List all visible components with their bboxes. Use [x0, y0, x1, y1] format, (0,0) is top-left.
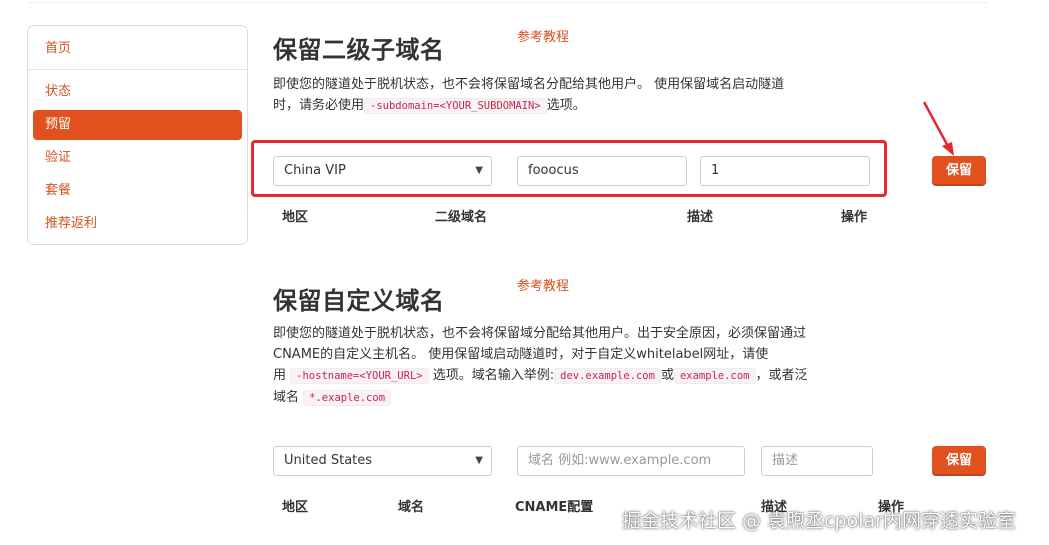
sidebar-item-referral[interactable]: 推荐返利 — [33, 209, 242, 239]
custom-desc-line4-prefix: 域名 — [273, 390, 300, 405]
custom-desc-line2: CNAME的自定义主机名。 使用保留域启动隧道时，对于自定义whitelabel… — [273, 347, 769, 362]
red-arrow-annotation-icon — [922, 101, 954, 156]
custom-domain-input[interactable]: 域名 例如:www.example.com — [517, 446, 745, 476]
custom-region-select[interactable]: United States ▼ — [273, 446, 492, 476]
custom-reserve-button[interactable]: 保留 — [932, 446, 986, 476]
hostname-flag-code: -hostname=<YOUR_URL> — [290, 368, 429, 384]
subdomain-section-title: 保留二级子域名 — [273, 36, 445, 64]
subdomain-region-value: China VIP — [284, 163, 346, 178]
subdomain-col-subdomain: 二级域名 — [435, 210, 488, 225]
sidebar-nav: 首页 状态 预留 验证 套餐 推荐返利 — [27, 25, 248, 245]
subdomain-col-region: 地区 — [282, 210, 309, 225]
sidebar-item-plan[interactable]: 套餐 — [33, 176, 242, 206]
subdomain-description-input[interactable]: 1 — [700, 156, 870, 186]
subdomain-name-input[interactable]: fooocus — [517, 156, 687, 186]
custom-desc-line3: 用 -hostname=<YOUR_URL> 选项。域名输入举例: dev.exa… — [273, 365, 808, 387]
custom-region-value: United States — [284, 453, 373, 468]
custom-col-region: 地区 — [282, 500, 309, 515]
subdomain-flag-code: -subdomain=<YOUR_SUBDOMAIN> — [364, 98, 547, 114]
subdomain-desc-suffix: 选项。 — [546, 98, 586, 113]
custom-domain-description: 即使您的隧道处于脱机状态，也不会将保留域分配给其他用户。出于安全原因，必须保留通… — [273, 323, 808, 409]
subdomain-region-select[interactable]: China VIP ▼ — [273, 156, 492, 186]
custom-desc-line3-prefix: 用 — [273, 368, 287, 383]
custom-desc-line3-mid: 选项。域名输入举例: — [432, 368, 555, 383]
custom-desc-line4: 域名 *.exaple.com — [273, 387, 808, 409]
subdomain-col-action: 操作 — [841, 210, 868, 225]
sidebar-item-verify[interactable]: 验证 — [33, 143, 242, 173]
sidebar-item-status[interactable]: 状态 — [33, 77, 242, 107]
custom-domain-section-title: 保留自定义域名 — [273, 287, 445, 315]
custom-desc-line1: 即使您的隧道处于脱机状态，也不会将保留域分配给其他用户。出于安全原因，必须保留通… — [273, 326, 807, 341]
subdomain-desc-line1: 即使您的隧道处于脱机状态，也不会将保留域名分配给其他用户。 使用保留域名启动隧道 — [273, 77, 785, 92]
sidebar-divider — [28, 69, 247, 70]
chevron-down-icon: ▼ — [475, 455, 483, 466]
sidebar-item-reserve[interactable]: 预留 — [33, 110, 242, 140]
subdomain-description: 即使您的隧道处于脱机状态，也不会将保留域名分配给其他用户。 使用保留域名启动隧道… — [273, 74, 784, 117]
example-dev-domain-code: dev.example.com — [554, 368, 661, 384]
subdomain-desc-line2: 时，请务必使用 -subdomain=<YOUR_SUBDOMAIN> 选项。 — [273, 95, 784, 117]
custom-description-input[interactable]: 描述 — [761, 446, 873, 476]
chevron-down-icon: ▼ — [475, 165, 483, 176]
custom-domain-tutorial-link[interactable]: 参考教程 — [517, 275, 569, 294]
custom-col-domain: 域名 — [398, 500, 425, 515]
example-domain-code: example.com — [673, 368, 756, 384]
custom-desc-line3-suffix: ，或者泛 — [755, 368, 808, 383]
subdomain-col-description: 描述 — [687, 210, 714, 225]
subdomain-desc-prefix: 时，请务必使用 — [273, 98, 365, 113]
subdomain-tutorial-link[interactable]: 参考教程 — [517, 26, 569, 45]
wildcard-domain-code: *.exaple.com — [303, 390, 392, 406]
custom-col-cname: CNAME配置 — [515, 500, 594, 515]
subdomain-reserve-button[interactable]: 保留 — [932, 156, 986, 186]
custom-desc-or: 或 — [660, 368, 674, 383]
watermark-text: 掘金技术社区 @ 袁煦丞cpolar内网穿透实验室 — [622, 510, 1016, 532]
sidebar-item-home[interactable]: 首页 — [33, 34, 242, 64]
top-divider — [28, 2, 988, 3]
